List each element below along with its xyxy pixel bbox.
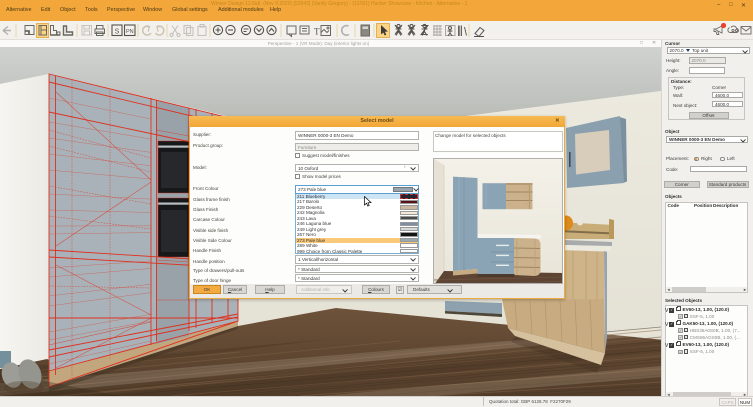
svg-text:PN: PN [126, 29, 134, 35]
svg-text:T: T [314, 27, 320, 37]
svg-text:S: S [115, 29, 120, 36]
